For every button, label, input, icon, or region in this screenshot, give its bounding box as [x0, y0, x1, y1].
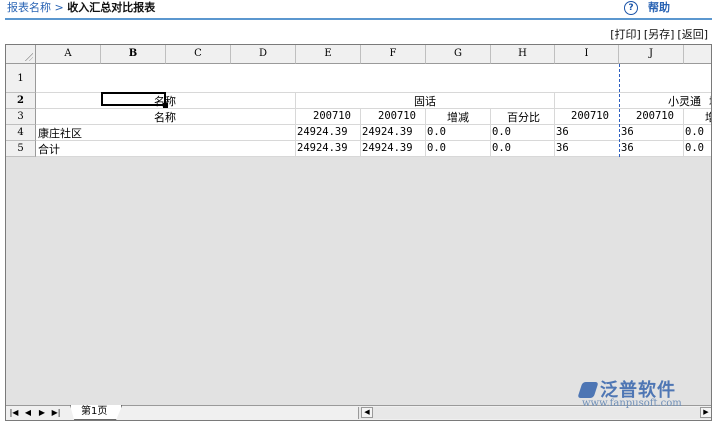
gridline [36, 108, 711, 109]
first-sheet-icon[interactable]: |◀ [9, 408, 19, 418]
action-links: [打印] [另存] [返回] [607, 26, 708, 42]
fanpu-logo-icon [577, 382, 599, 398]
gridline [360, 109, 361, 157]
col-header-f[interactable]: F [361, 45, 426, 64]
cell-i5[interactable]: 36 [556, 142, 569, 154]
help-label[interactable]: 帮助 [648, 0, 670, 16]
cell-j3[interactable]: 200710 [636, 110, 674, 122]
scroll-left-icon[interactable]: ◀ [361, 407, 373, 418]
cell-b3[interactable]: 名称 [154, 109, 176, 125]
breadcrumb: 报表名称 > 收入汇总对比报表 [7, 0, 155, 16]
col-header-c[interactable]: C [166, 45, 231, 64]
col-header-g[interactable]: G [426, 45, 491, 64]
cell-a4[interactable]: 康庄社区 [38, 125, 82, 141]
sheet-grid[interactable]: A B C D E F G H I J 1 2 3 4 5 名称 固话 小灵通 … [6, 45, 711, 157]
cell-e2-merged[interactable]: 固话 [414, 93, 436, 109]
cell-g5[interactable]: 0.0 [427, 142, 446, 154]
cell-e4[interactable]: 24924.39 [297, 126, 348, 138]
gridline [425, 109, 426, 157]
cell-j5[interactable]: 36 [621, 142, 634, 154]
save-as-link[interactable]: [另存] [644, 28, 675, 41]
cell-f4[interactable]: 24924.39 [362, 126, 413, 138]
last-sheet-icon[interactable]: ▶| [51, 408, 61, 418]
back-link[interactable]: [返回] [677, 28, 708, 41]
page-break-line [619, 64, 620, 157]
cell-i3[interactable]: 200710 [571, 110, 609, 122]
row-header-1[interactable]: 1 [6, 64, 36, 93]
cell-k5[interactable]: 0.0 [685, 142, 704, 154]
next-sheet-icon[interactable]: ▶ [37, 408, 47, 418]
row-header-5[interactable]: 5 [6, 141, 36, 157]
row-header-4[interactable]: 4 [6, 125, 36, 141]
col-header-a[interactable]: A [36, 45, 101, 64]
select-all-corner[interactable] [6, 45, 36, 64]
col-header-e[interactable]: E [296, 45, 361, 64]
col-header-j[interactable]: J [619, 45, 684, 64]
gridline [295, 93, 296, 157]
gridline [554, 93, 555, 157]
cell-k4[interactable]: 0.0 [685, 126, 704, 138]
watermark: 泛普软件 www.fanpusoft.com [577, 374, 710, 414]
gridline [36, 124, 711, 125]
cell-a5[interactable]: 合计 [38, 141, 60, 157]
cell-e5[interactable]: 24924.39 [297, 142, 348, 154]
gridline [490, 109, 491, 157]
sheet-tab-page1[interactable]: 第1页 [70, 405, 123, 420]
active-cell-selection[interactable] [101, 92, 166, 106]
col-header-b[interactable]: B [101, 45, 166, 64]
page-title: 收入汇总对比报表 [67, 1, 156, 14]
fill-handle[interactable] [163, 103, 168, 108]
print-link[interactable]: [打印] [610, 28, 641, 41]
gridline [36, 156, 711, 157]
header-divider [5, 18, 712, 20]
gridline [683, 109, 684, 157]
row-header-3[interactable]: 3 [6, 109, 36, 125]
cell-h4[interactable]: 0.0 [492, 126, 511, 138]
watermark-url: www.fanpusoft.com [582, 398, 682, 409]
prev-sheet-icon[interactable]: ◀ [23, 408, 33, 418]
cell-j4[interactable]: 36 [621, 126, 634, 138]
cell-h3[interactable]: 百分比 [507, 109, 540, 125]
cell-g4[interactable]: 0.0 [427, 126, 446, 138]
help-icon: ? [624, 1, 638, 15]
col-header-d[interactable]: D [231, 45, 296, 64]
row-header-2[interactable]: 2 [6, 93, 36, 109]
cell-g3[interactable]: 增减 [447, 109, 469, 125]
top-bar: 报表名称 > 收入汇总对比报表 ? 帮助 [0, 0, 712, 18]
spreadsheet[interactable]: A B C D E F G H I J 1 2 3 4 5 名称 固话 小灵通 … [5, 44, 712, 421]
cell-k3[interactable]: 增 [705, 109, 711, 125]
cell-i4[interactable]: 36 [556, 126, 569, 138]
cell-f3[interactable]: 200710 [378, 110, 416, 122]
breadcrumb-prefix: 报表名称 > [7, 1, 64, 14]
cell-f5[interactable]: 24924.39 [362, 142, 413, 154]
cell-j2-merged[interactable]: 小灵通 [668, 93, 701, 109]
col-header-h[interactable]: H [491, 45, 555, 64]
cell-h5[interactable]: 0.0 [492, 142, 511, 154]
col-header-i[interactable]: I [555, 45, 619, 64]
gridline [36, 140, 711, 141]
col-header-k[interactable] [684, 45, 711, 64]
help-link[interactable]: ? 帮助 [624, 0, 670, 16]
cell-e3[interactable]: 200710 [313, 110, 351, 122]
